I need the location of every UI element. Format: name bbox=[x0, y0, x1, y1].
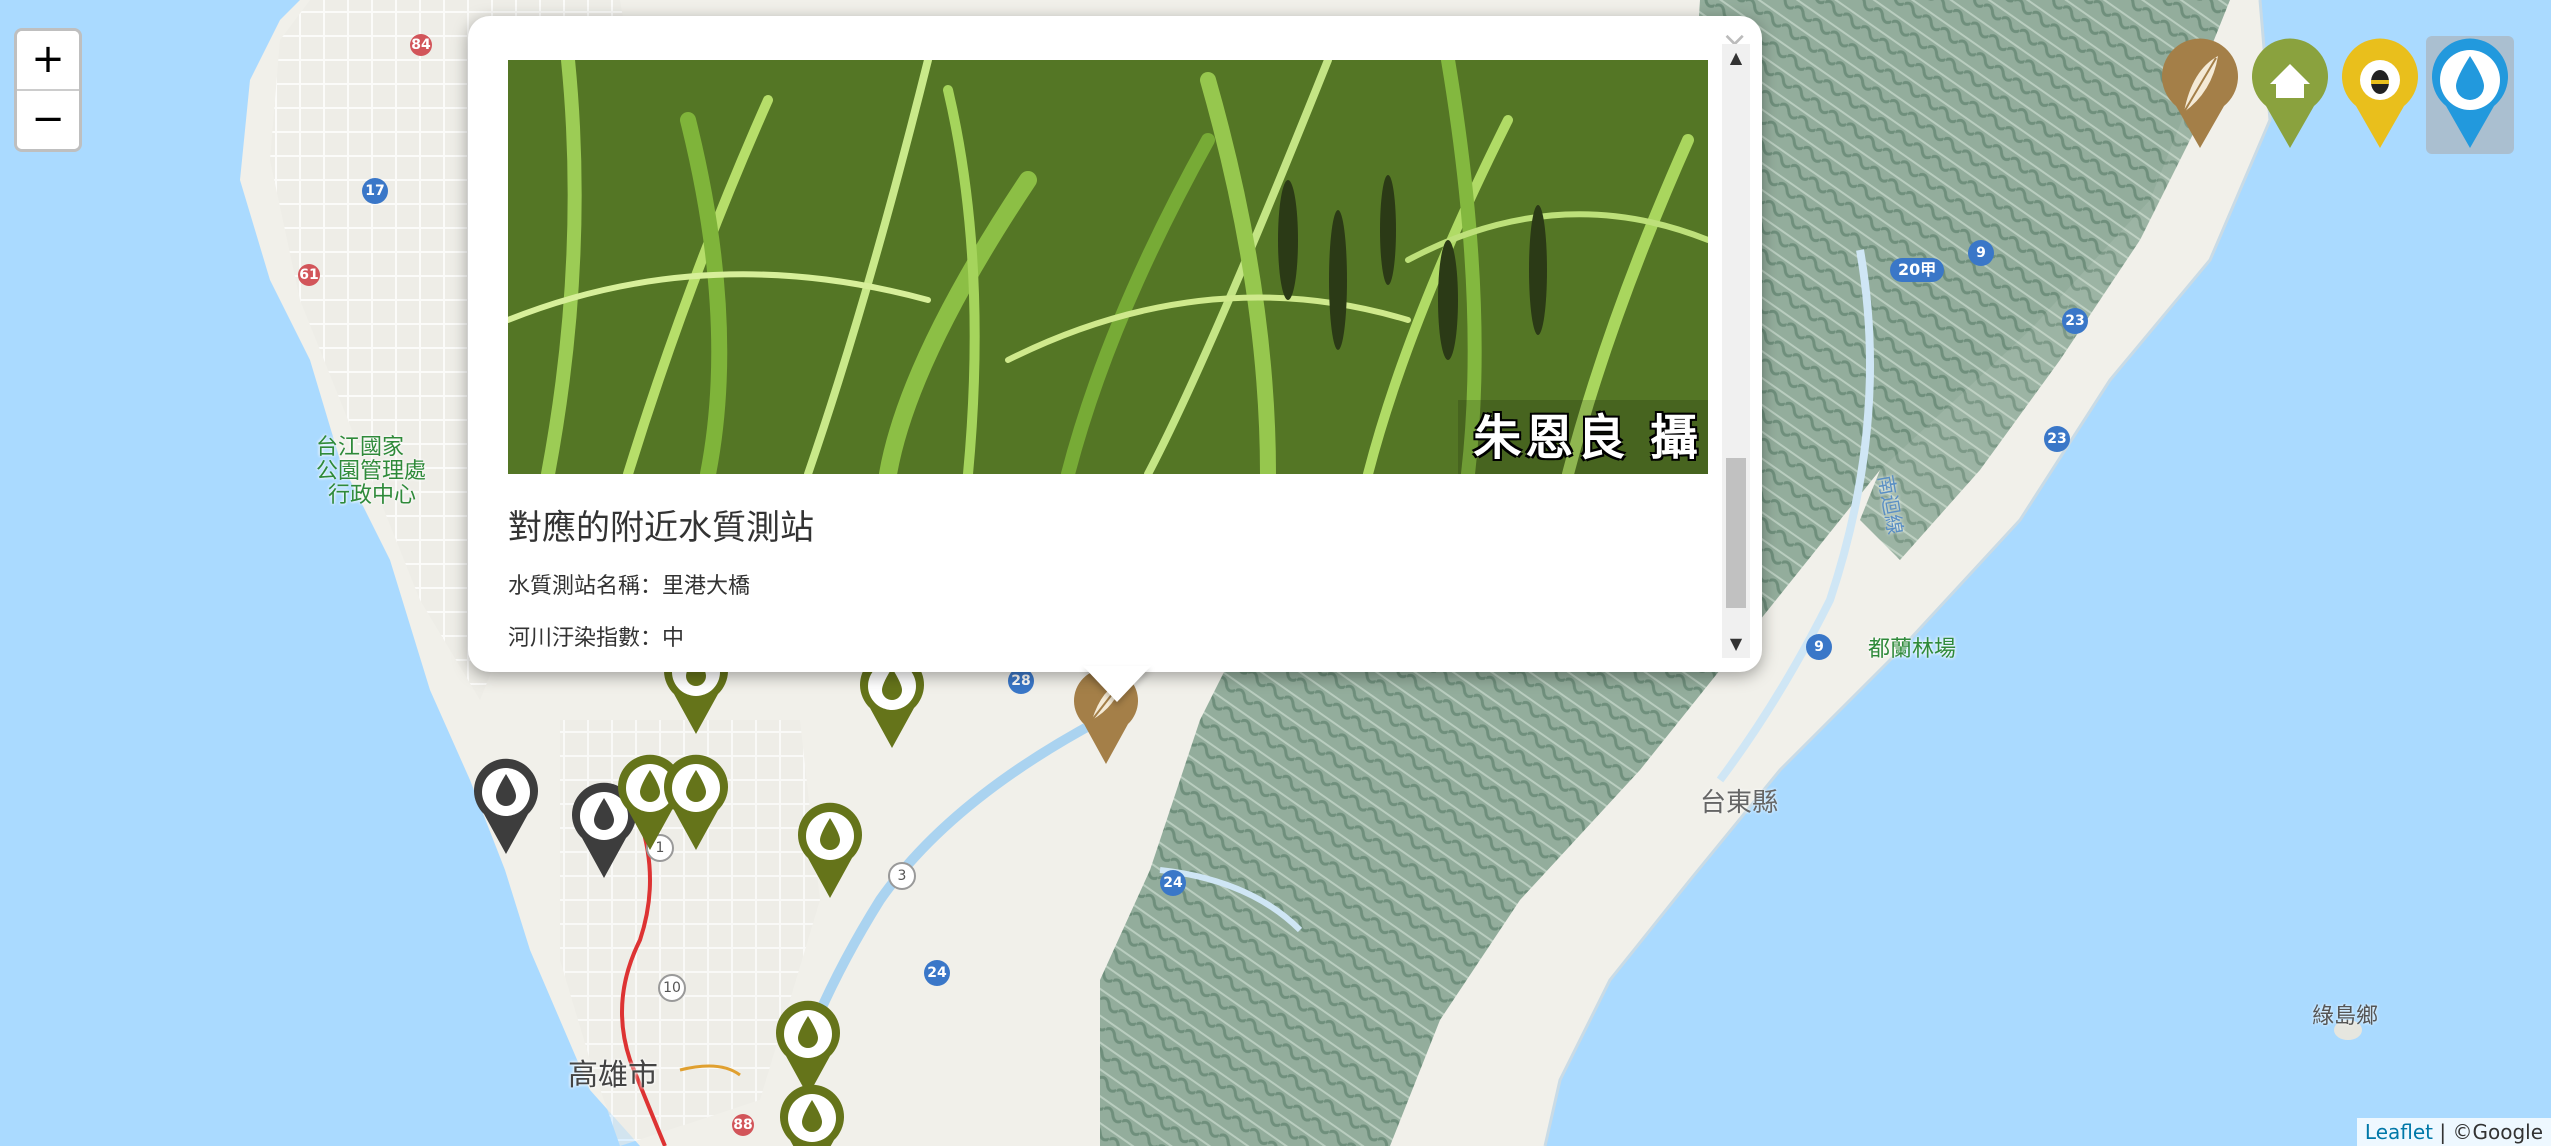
plant-photo: 朱恩良 攝 bbox=[508, 60, 1708, 474]
route-shield: 23 bbox=[2062, 308, 2088, 334]
map-canvas[interactable]: 台江國家 公園管理處 行政中心 高雄市 都蘭林場 台東縣 綠島鄉 南迴線 84 … bbox=[0, 0, 2551, 1146]
route-shield: 24 bbox=[1160, 870, 1186, 896]
route-shield: 3 bbox=[888, 862, 916, 890]
route-shield: 20甲 bbox=[1890, 258, 1945, 282]
photo-credit: 朱恩良 攝 bbox=[1473, 410, 1702, 466]
pollution-index-text: 河川汙染指數：中 bbox=[508, 626, 685, 651]
route-shield: 17 bbox=[362, 178, 388, 204]
route-shield: 24 bbox=[924, 960, 950, 986]
dulan-forest-label: 都蘭林場 bbox=[1868, 637, 1957, 662]
scroll-thumb[interactable] bbox=[1726, 458, 1746, 608]
house-icon bbox=[2252, 38, 2328, 148]
zoom-in-button[interactable]: + bbox=[17, 31, 79, 91]
google-credit: ©Google bbox=[2452, 1120, 2543, 1144]
route-shield: 84 bbox=[410, 34, 432, 56]
route-shield: 23 bbox=[2044, 426, 2070, 452]
popup-title: 對應的附近水質測站 bbox=[508, 508, 814, 548]
route-shield: 61 bbox=[298, 264, 320, 286]
habitat-layer-button[interactable] bbox=[2246, 36, 2334, 154]
taitung-label: 台東縣 bbox=[1700, 788, 1779, 818]
attribution-separator: | bbox=[2433, 1120, 2453, 1144]
zoom-control: + − bbox=[14, 28, 82, 152]
route-shield: 9 bbox=[1806, 634, 1832, 660]
layer-switcher bbox=[2156, 36, 2520, 160]
zoom-out-button[interactable]: − bbox=[17, 91, 79, 149]
water-station-marker-dark[interactable] bbox=[470, 756, 542, 856]
info-popup: × 朱恩良 攝 對應的附近水質測站 水質測站名稱：里港大橋 河川汙染指數：中 ▲… bbox=[468, 16, 1762, 672]
station-name-text: 水質測站名稱：里港大橋 bbox=[508, 574, 751, 599]
insect-layer-button[interactable] bbox=[2336, 36, 2424, 154]
map-attribution: Leaflet | ©Google bbox=[2356, 1118, 2551, 1146]
taijiang-label: 台江國家 公園管理處 行政中心 bbox=[316, 435, 427, 508]
popup-scrollbar[interactable]: ▲ ▼ bbox=[1722, 44, 1750, 658]
leaflet-link[interactable]: Leaflet bbox=[2365, 1120, 2433, 1144]
water-station-marker-olive[interactable] bbox=[660, 752, 732, 852]
scroll-up-button[interactable]: ▲ bbox=[1722, 44, 1750, 72]
popup-content: 朱恩良 攝 對應的附近水質測站 水質測站名稱：里港大橋 河川汙染指數：中 bbox=[508, 44, 1708, 656]
scroll-down-button[interactable]: ▼ bbox=[1722, 630, 1750, 658]
water-layer-button[interactable] bbox=[2426, 36, 2514, 154]
plant-layer-button[interactable] bbox=[2156, 36, 2244, 154]
water-station-marker-olive[interactable] bbox=[776, 1082, 848, 1146]
water-drop-icon bbox=[2432, 38, 2508, 148]
bee-icon bbox=[2342, 38, 2418, 148]
fern-leaf-icon bbox=[2162, 38, 2238, 148]
water-station-marker-olive[interactable] bbox=[794, 800, 866, 900]
route-shield: 10 bbox=[658, 974, 686, 1002]
green-island-label: 綠島鄉 bbox=[2312, 1004, 2379, 1029]
route-shield: 88 bbox=[732, 1114, 754, 1136]
popup-tip bbox=[1083, 666, 1151, 702]
kaohsiung-label: 高雄市 bbox=[568, 1058, 658, 1093]
route-shield: 9 bbox=[1968, 240, 1994, 266]
